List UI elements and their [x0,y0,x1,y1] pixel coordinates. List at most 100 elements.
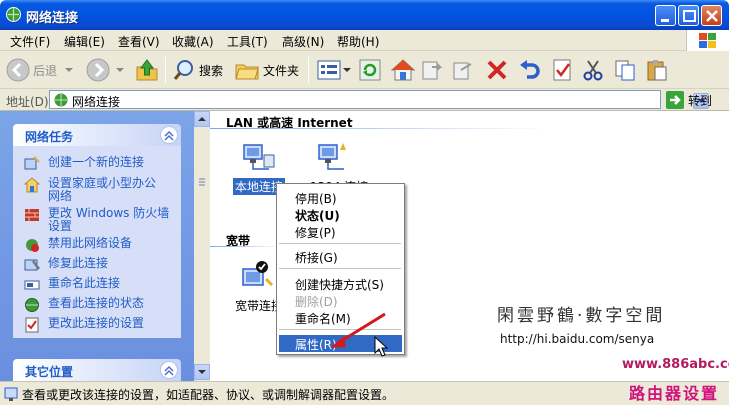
forward-button[interactable] [86,56,126,84]
task-disable-device[interactable]: 禁用此网络设备 [24,237,132,253]
rename-icon [24,280,40,290]
task-label-line2: 设置 [48,219,73,233]
refresh-button[interactable] [358,56,382,84]
menu-edit[interactable]: 编辑(E) [64,33,105,50]
copy-button[interactable] [613,56,637,84]
group-divider [210,246,280,247]
windows-logo [686,30,729,51]
home-network-icon [24,177,40,193]
menu-separator [279,243,401,244]
minimize-button[interactable] [655,5,676,26]
menu-tools[interactable]: 工具(T) [227,33,268,50]
go-button[interactable]: 转到 [666,91,712,109]
ctx-status[interactable]: 状态(U) [295,207,340,224]
task-firewall-settings[interactable]: 更改 Windows 防火墙 设置 [24,207,169,233]
broadband-connection-icon [242,261,274,287]
menu-advanced[interactable]: 高级(N) [282,33,324,50]
address-input[interactable]: 网络连接 [49,90,709,109]
ctx-repair[interactable]: 修复(P) [295,224,336,241]
repair-icon [24,259,40,271]
menu-view[interactable]: 查看(V) [118,33,160,50]
address-bar: 地址(D) 网络连接 转到 [0,89,729,111]
task-view-status[interactable]: 查看此连接的状态 [24,297,144,313]
network-connections-icon [6,7,21,22]
watermark-text: 閑雲野鶴·數字空間 [497,306,666,326]
maximize-button[interactable] [678,5,699,26]
task-label-line1: 设置家庭或小型办公 [48,176,157,190]
task-create-connection[interactable]: 创建一个新的连接 [24,156,144,172]
task-repair-connection[interactable]: 修复此连接 [24,257,108,273]
chevron-up-icon [164,130,174,141]
ctx-delete: 删除(D) [295,295,338,309]
up-folder-icon [136,59,158,81]
dropdown-arrow-icon [116,68,124,72]
home-icon [390,59,416,81]
broadband-connection-item[interactable] [240,259,276,298]
views-button[interactable] [316,56,352,84]
dropdown-arrow-icon [343,68,351,72]
task-pane: 网络任务 创建一个新的连接 设置家庭或小型办公 网络 更改 Windows 防火墙… [0,111,194,381]
scroll-up-button[interactable] [194,111,210,127]
menu-favorites[interactable]: 收藏(A) [172,33,214,50]
copy-icon [615,60,635,81]
menu-file[interactable]: 文件(F) [10,33,50,50]
views-icon [317,60,341,80]
undo-button[interactable] [517,56,541,84]
other-places-title: 其它位置 [25,365,74,379]
task-change-settings[interactable]: 更改此连接的设置 [24,317,144,333]
title-bar[interactable]: 网络连接 [0,0,729,30]
disable-device-icon [26,239,39,252]
back-arrow-icon [6,58,30,82]
network-tasks-header[interactable]: 网络任务 [13,124,181,146]
menu-help[interactable]: 帮助(H) [337,33,379,50]
ctx-bridge[interactable]: 桥接(G) [295,249,338,266]
delete-button[interactable] [485,56,509,84]
scroll-up-arrow-icon [198,117,206,121]
cut-button[interactable] [581,56,605,84]
folders-button[interactable]: 文件夹 [234,56,299,84]
menu-separator [279,268,401,269]
collapse-button[interactable] [160,126,178,144]
other-places-header[interactable]: 其它位置 [13,359,181,381]
task-label: 创建一个新的连接 [48,155,145,169]
scroll-down-button[interactable] [194,364,210,380]
ctx-disable[interactable]: 停用(B) [295,190,337,207]
close-button[interactable] [701,5,722,26]
ctx-create-shortcut[interactable]: 创建快捷方式(S) [295,276,384,293]
home-button[interactable] [390,56,416,84]
connection-1394-item[interactable] [315,141,351,180]
search-label: 搜索 [199,63,224,78]
watermark-brand: 路由器设置 [629,384,720,403]
maximize-icon [683,10,696,22]
move-to-button[interactable] [420,56,444,84]
watermark-site: www.886abc.com [622,357,729,372]
back-button[interactable]: 后退 [6,56,75,84]
paste-icon [647,60,667,81]
network-connections-icon [54,93,68,107]
task-setup-home-network[interactable]: 设置家庭或小型办公 网络 [24,177,156,203]
local-connection-item[interactable] [240,141,276,180]
copy-to-button[interactable] [451,56,475,84]
task-label: 查看此连接的状态 [48,296,145,310]
pane-splitter[interactable] [194,111,210,381]
up-folder-button[interactable] [134,56,160,84]
undo-icon [520,60,540,79]
task-label-line2: 网络 [48,189,73,203]
go-label: 转到 [688,93,713,108]
task-rename-connection[interactable]: 重命名此连接 [24,277,120,293]
forward-arrow-icon [86,58,110,82]
search-icon [173,60,193,80]
task-label: 设置家庭或小型办公 网络 [48,177,156,203]
window-title: 网络连接 [26,11,79,26]
properties-button[interactable] [550,56,574,84]
firewall-icon [25,209,39,221]
collapse-button[interactable] [160,361,178,379]
status-text: 查看或更改该连接的设置，如适配器、协议、或调制解调器配置设置。 [22,388,395,402]
move-to-icon [422,61,443,80]
dropdown-arrow-icon [65,68,74,72]
scroll-down-arrow-icon [198,370,206,374]
folders-icon [235,64,259,80]
paste-button[interactable] [645,56,669,84]
task-label: 修复此连接 [48,256,109,270]
search-button[interactable]: 搜索 [172,56,223,84]
